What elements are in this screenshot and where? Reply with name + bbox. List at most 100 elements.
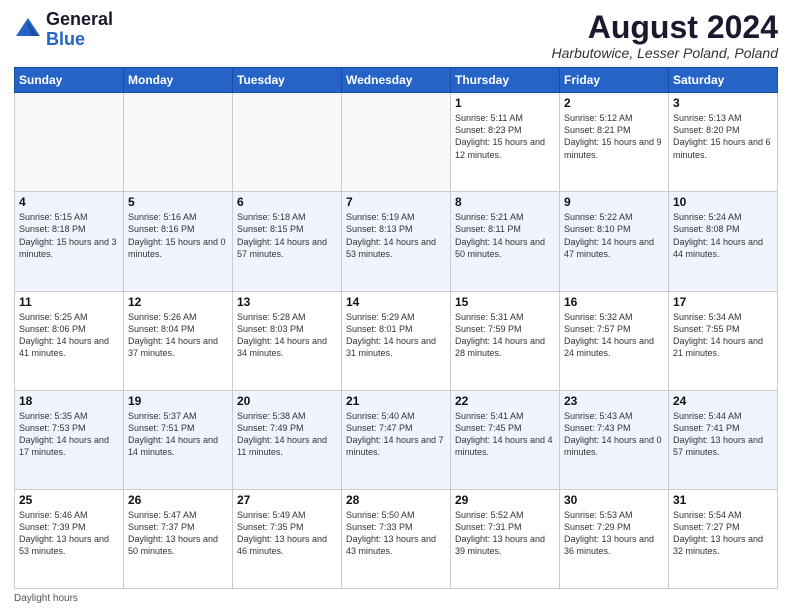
logo-area: General Blue: [14, 10, 113, 50]
day-info: Sunrise: 5:11 AM Sunset: 8:23 PM Dayligh…: [455, 112, 555, 161]
day-number: 16: [564, 295, 664, 309]
day-info: Sunrise: 5:40 AM Sunset: 7:47 PM Dayligh…: [346, 410, 446, 459]
day-cell: 31Sunrise: 5:54 AM Sunset: 7:27 PM Dayli…: [669, 489, 778, 588]
day-number: 11: [19, 295, 119, 309]
logo-blue: Blue: [46, 30, 113, 50]
header: General Blue August 2024 Harbutowice, Le…: [14, 10, 778, 61]
week-row-3: 11Sunrise: 5:25 AM Sunset: 8:06 PM Dayli…: [15, 291, 778, 390]
day-cell: 7 Sunrise: 5:19 AM Sunset: 8:13 PM Daylig…: [342, 192, 451, 291]
day-info: Sunrise: 5:46 AM Sunset: 7:39 PM Dayligh…: [19, 509, 119, 558]
day-number: 5: [128, 195, 228, 209]
col-header-sunday: Sunday: [15, 68, 124, 93]
week-row-5: 25 Sunrise: 5:46 AM Sunset: 7:39 PM Dayli…: [15, 489, 778, 588]
day-info: Sunrise: 5:13 AM Sunset: 8:20 PM Dayligh…: [673, 112, 773, 161]
day-info: Sunrise: 5:16 AM Sunset: 8:16 PM Dayligh…: [128, 211, 228, 260]
day-number: 18: [19, 394, 119, 408]
day-number: 29: [455, 493, 555, 507]
day-cell: 10 Sunrise: 5:24 AM Sunset: 8:08 PM Dayli…: [669, 192, 778, 291]
day-number: 26: [128, 493, 228, 507]
day-number: 8: [455, 195, 555, 209]
day-cell: 16 Sunrise: 5:32 AM Sunset: 7:57 PM Dayli…: [560, 291, 669, 390]
day-cell: 24Sunrise: 5:44 AM Sunset: 7:41 PM Dayli…: [669, 390, 778, 489]
day-info: Sunrise: 5:15 AM Sunset: 8:18 PM Dayligh…: [19, 211, 119, 260]
day-cell: 22Sunrise: 5:41 AM Sunset: 7:45 PM Dayli…: [451, 390, 560, 489]
day-cell: 19 Sunrise: 5:37 AM Sunset: 7:51 PM Dayli…: [124, 390, 233, 489]
day-info: Sunrise: 5:38 AM Sunset: 7:49 PM Dayligh…: [237, 410, 337, 459]
day-number: 21: [346, 394, 446, 408]
day-info: Sunrise: 5:37 AM Sunset: 7:51 PM Dayligh…: [128, 410, 228, 459]
day-info: Sunrise: 5:29 AM Sunset: 8:01 PM Dayligh…: [346, 311, 446, 360]
day-cell: [233, 93, 342, 192]
day-cell: 28 Sunrise: 5:50 AM Sunset: 7:33 PM Dayli…: [342, 489, 451, 588]
day-number: 20: [237, 394, 337, 408]
footer-note: Daylight hours: [14, 593, 778, 604]
day-cell: 3Sunrise: 5:13 AM Sunset: 8:20 PM Daylig…: [669, 93, 778, 192]
day-number: 14: [346, 295, 446, 309]
day-number: 23: [564, 394, 664, 408]
day-cell: 26 Sunrise: 5:47 AM Sunset: 7:37 PM Dayli…: [124, 489, 233, 588]
day-info: Sunrise: 5:22 AM Sunset: 8:10 PM Dayligh…: [564, 211, 664, 260]
week-row-2: 4Sunrise: 5:15 AM Sunset: 8:18 PM Daylig…: [15, 192, 778, 291]
col-header-saturday: Saturday: [669, 68, 778, 93]
logo-general: General: [46, 10, 113, 30]
day-info: Sunrise: 5:50 AM Sunset: 7:33 PM Dayligh…: [346, 509, 446, 558]
day-info: Sunrise: 5:35 AM Sunset: 7:53 PM Dayligh…: [19, 410, 119, 459]
day-cell: 14 Sunrise: 5:29 AM Sunset: 8:01 PM Dayli…: [342, 291, 451, 390]
day-number: 15: [455, 295, 555, 309]
day-cell: 27 Sunrise: 5:49 AM Sunset: 7:35 PM Dayli…: [233, 489, 342, 588]
day-info: Sunrise: 5:21 AM Sunset: 8:11 PM Dayligh…: [455, 211, 555, 260]
day-info: Sunrise: 5:28 AM Sunset: 8:03 PM Dayligh…: [237, 311, 337, 360]
day-info: Sunrise: 5:32 AM Sunset: 7:57 PM Dayligh…: [564, 311, 664, 360]
day-cell: [15, 93, 124, 192]
day-number: 1: [455, 96, 555, 110]
day-info: Sunrise: 5:24 AM Sunset: 8:08 PM Dayligh…: [673, 211, 773, 260]
day-number: 22: [455, 394, 555, 408]
day-number: 10: [673, 195, 773, 209]
day-cell: 13 Sunrise: 5:28 AM Sunset: 8:03 PM Dayli…: [233, 291, 342, 390]
day-cell: 30Sunrise: 5:53 AM Sunset: 7:29 PM Dayli…: [560, 489, 669, 588]
title-area: August 2024 Harbutowice, Lesser Poland, …: [552, 10, 778, 61]
day-number: 30: [564, 493, 664, 507]
day-number: 13: [237, 295, 337, 309]
day-cell: 6Sunrise: 5:18 AM Sunset: 8:15 PM Daylig…: [233, 192, 342, 291]
day-cell: 8 Sunrise: 5:21 AM Sunset: 8:11 PM Daylig…: [451, 192, 560, 291]
day-cell: 17Sunrise: 5:34 AM Sunset: 7:55 PM Dayli…: [669, 291, 778, 390]
col-header-friday: Friday: [560, 68, 669, 93]
day-cell: 18 Sunrise: 5:35 AM Sunset: 7:53 PM Dayli…: [15, 390, 124, 489]
day-cell: 4Sunrise: 5:15 AM Sunset: 8:18 PM Daylig…: [15, 192, 124, 291]
day-info: Sunrise: 5:47 AM Sunset: 7:37 PM Dayligh…: [128, 509, 228, 558]
day-cell: 12Sunrise: 5:26 AM Sunset: 8:04 PM Dayli…: [124, 291, 233, 390]
col-header-tuesday: Tuesday: [233, 68, 342, 93]
day-number: 6: [237, 195, 337, 209]
calendar: SundayMondayTuesdayWednesdayThursdayFrid…: [14, 67, 778, 589]
day-number: 19: [128, 394, 228, 408]
day-info: Sunrise: 5:43 AM Sunset: 7:43 PM Dayligh…: [564, 410, 664, 459]
day-info: Sunrise: 5:12 AM Sunset: 8:21 PM Dayligh…: [564, 112, 664, 161]
day-cell: 15Sunrise: 5:31 AM Sunset: 7:59 PM Dayli…: [451, 291, 560, 390]
day-number: 24: [673, 394, 773, 408]
day-info: Sunrise: 5:19 AM Sunset: 8:13 PM Dayligh…: [346, 211, 446, 260]
week-row-4: 18 Sunrise: 5:35 AM Sunset: 7:53 PM Dayli…: [15, 390, 778, 489]
day-number: 27: [237, 493, 337, 507]
day-cell: 25 Sunrise: 5:46 AM Sunset: 7:39 PM Dayli…: [15, 489, 124, 588]
week-row-1: 1 Sunrise: 5:11 AM Sunset: 8:23 PM Daylig…: [15, 93, 778, 192]
day-cell: 5 Sunrise: 5:16 AM Sunset: 8:16 PM Daylig…: [124, 192, 233, 291]
logo-icon: [14, 16, 42, 44]
day-number: 7: [346, 195, 446, 209]
day-cell: 11Sunrise: 5:25 AM Sunset: 8:06 PM Dayli…: [15, 291, 124, 390]
day-number: 25: [19, 493, 119, 507]
day-cell: 23 Sunrise: 5:43 AM Sunset: 7:43 PM Dayli…: [560, 390, 669, 489]
day-info: Sunrise: 5:49 AM Sunset: 7:35 PM Dayligh…: [237, 509, 337, 558]
day-number: 2: [564, 96, 664, 110]
day-cell: [342, 93, 451, 192]
day-cell: 29Sunrise: 5:52 AM Sunset: 7:31 PM Dayli…: [451, 489, 560, 588]
day-number: 9: [564, 195, 664, 209]
col-header-thursday: Thursday: [451, 68, 560, 93]
day-number: 12: [128, 295, 228, 309]
day-info: Sunrise: 5:54 AM Sunset: 7:27 PM Dayligh…: [673, 509, 773, 558]
header-row: SundayMondayTuesdayWednesdayThursdayFrid…: [15, 68, 778, 93]
col-header-wednesday: Wednesday: [342, 68, 451, 93]
day-cell: 20 Sunrise: 5:38 AM Sunset: 7:49 PM Dayli…: [233, 390, 342, 489]
day-number: 28: [346, 493, 446, 507]
day-number: 17: [673, 295, 773, 309]
